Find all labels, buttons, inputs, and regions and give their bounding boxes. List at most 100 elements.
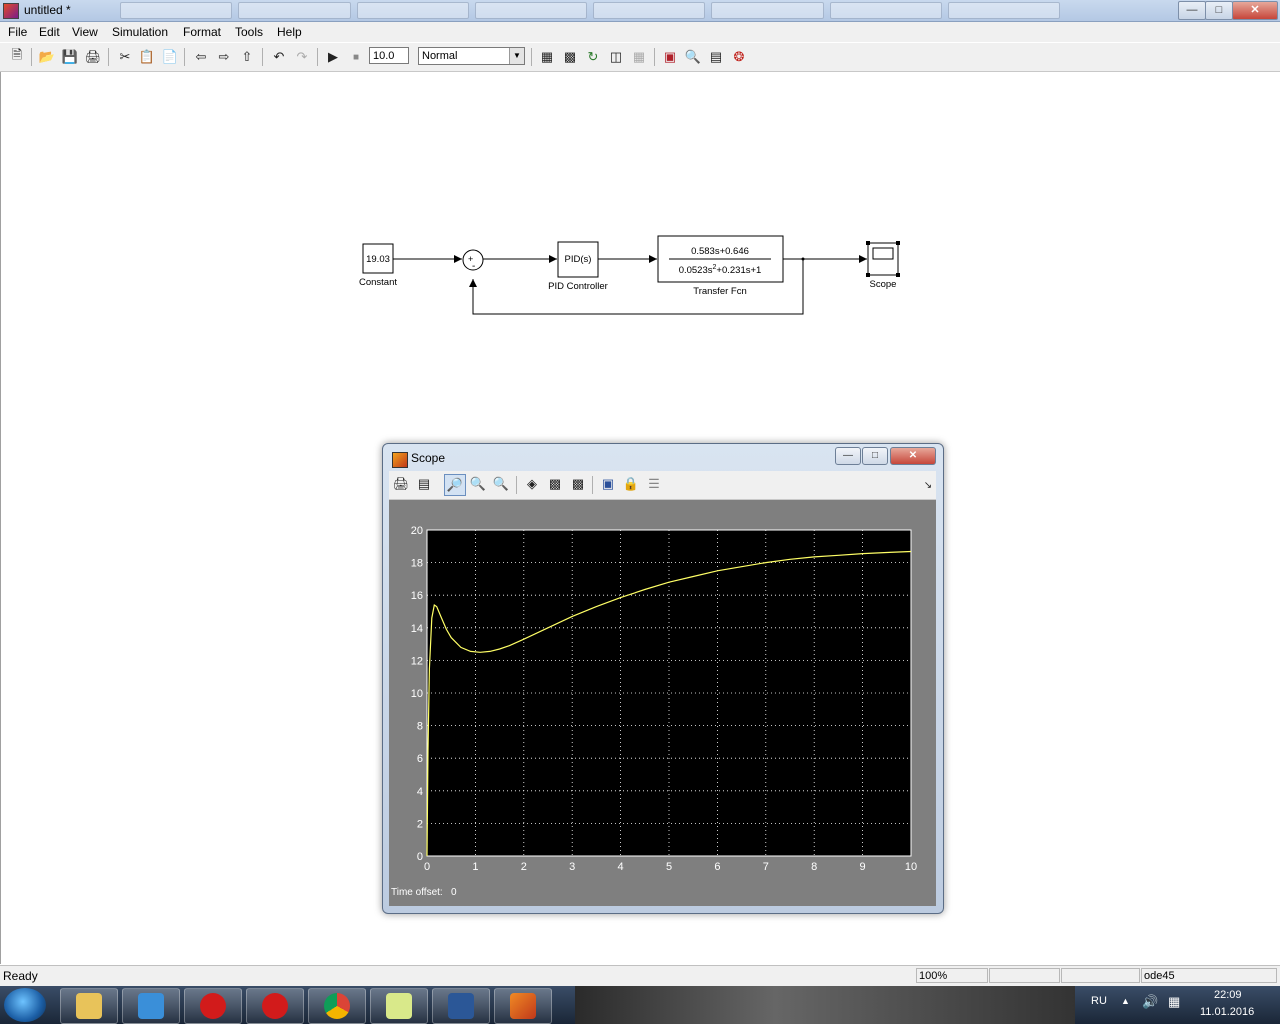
print-icon[interactable]: 🖨 (392, 475, 410, 493)
scope-block[interactable]: Scope (866, 241, 900, 290)
menu-tools[interactable]: Tools (235, 25, 263, 39)
update-diagram-icon[interactable]: ↻ (584, 48, 602, 66)
music-note-icon (138, 993, 164, 1019)
model-advisor-icon[interactable]: ▩ (561, 48, 579, 66)
cut-icon[interactable]: ✂ (116, 48, 134, 66)
print-icon[interactable]: 🖨 (84, 48, 102, 66)
menu-bar: File Edit View Simulation Format Tools H… (0, 22, 1280, 42)
up-arrow-icon[interactable]: ⇧ (238, 48, 256, 66)
chevron-down-icon[interactable]: ▼ (509, 48, 524, 64)
build-icon[interactable]: ▦ (538, 48, 556, 66)
system-tray: RU ▲ 🔊 ▦ 22:09 11.01.2016 (1080, 986, 1280, 1024)
save-icon[interactable]: 💾 (61, 48, 79, 66)
sum-block[interactable]: + - (462, 249, 484, 272)
paste-icon[interactable]: 📄 (161, 48, 179, 66)
solver-name: ode45 (1141, 968, 1277, 983)
signal-selector-icon[interactable]: ☰ (645, 475, 663, 493)
y-tick-label: 8 (417, 721, 423, 733)
autoscale-binoculars-icon[interactable]: ◈ (523, 475, 541, 493)
window-title: untitled * (24, 3, 71, 17)
stop-simulation-icon[interactable]: ■ (347, 48, 365, 66)
clock-time[interactable]: 22:09 (1214, 989, 1242, 1001)
menu-view[interactable]: View (72, 25, 98, 39)
toolbar-dock-arrow-icon[interactable]: ↘ (919, 476, 937, 494)
simulation-mode-value: Normal (422, 50, 458, 62)
network-icon[interactable]: ▦ (1168, 994, 1180, 1010)
menu-help[interactable]: Help (277, 25, 302, 39)
back-arrow-icon[interactable]: ⇦ (192, 48, 210, 66)
minimize-button[interactable]: — (1178, 1, 1206, 20)
close-button[interactable]: ✕ (1232, 1, 1278, 20)
toolbar-separator (592, 476, 593, 494)
menu-edit[interactable]: Edit (39, 25, 60, 39)
copy-icon[interactable]: 📋 (138, 48, 156, 66)
stop-time-input[interactable]: 10.0 (369, 47, 409, 64)
scope-maximize-button[interactable]: □ (862, 447, 888, 465)
scope-window-icon (392, 452, 408, 468)
volume-icon[interactable]: 🔊 (1142, 994, 1158, 1010)
sum-minus-sign: - (472, 261, 475, 272)
pid-label: PID Controller (548, 281, 608, 292)
simulation-mode-select[interactable]: Normal ▼ (418, 47, 525, 65)
taskbar-notes[interactable] (370, 988, 428, 1024)
profiler-icon[interactable]: ❂ (730, 48, 748, 66)
scope-window[interactable]: Scope — □ ✕ 🖨 ▤ 🔎 🔍 🔍 ◈ ▩ ▩ ▣ 🔒 ☰ ↘ 0123… (382, 443, 944, 914)
clock-date[interactable]: 11.01.2016 (1200, 1006, 1254, 1018)
desktop-preview (575, 986, 1075, 1024)
model-explorer-icon[interactable]: 🔍 (684, 48, 702, 66)
tray-expand-icon[interactable]: ▲ (1121, 996, 1130, 1006)
forward-arrow-icon[interactable]: ⇨ (215, 48, 233, 66)
time-offset-label: Time offset: 0 (391, 887, 457, 898)
restore-axes-icon[interactable]: ▩ (569, 475, 587, 493)
zoom-icon[interactable]: 🔎 (444, 474, 466, 496)
taskbar-music-app[interactable] (122, 988, 180, 1024)
title-bar: untitled * — □ ✕ (0, 0, 1280, 22)
toolbar-separator (654, 48, 655, 66)
open-folder-icon[interactable]: 📂 (38, 48, 56, 66)
incremental-build-icon[interactable]: ◫ (607, 48, 625, 66)
redo-icon[interactable]: ↷ (293, 48, 311, 66)
parameters-icon[interactable]: ▤ (415, 475, 433, 493)
maximize-button[interactable]: □ (1205, 1, 1233, 20)
main-toolbar: 🗎 📂 💾 🖨 ✂ 📋 📄 ⇦ ⇨ ⇧ ↶ ↷ ▶ ■ 10.0 Normal … (0, 43, 1280, 72)
menu-simulation[interactable]: Simulation (112, 25, 168, 39)
zoom-x-icon[interactable]: 🔍 (469, 475, 487, 493)
start-button[interactable] (4, 988, 46, 1022)
language-indicator[interactable]: RU (1091, 995, 1107, 1007)
debug-icon[interactable]: ▦ (630, 48, 648, 66)
scope-minimize-button[interactable]: — (835, 447, 861, 465)
taskbar-opera[interactable] (184, 988, 242, 1024)
simulink-app-icon (3, 3, 19, 19)
y-tick-label: 10 (411, 688, 423, 700)
undo-icon[interactable]: ↶ (270, 48, 288, 66)
scope-close-button[interactable]: ✕ (890, 447, 936, 465)
library-browser-icon[interactable]: ▣ (661, 48, 679, 66)
tf-numerator: 0.583s+0.646 (691, 246, 749, 257)
y-tick-label: 20 (411, 525, 423, 537)
zoom-y-icon[interactable]: 🔍 (492, 475, 510, 493)
taskbar-matlab[interactable] (494, 988, 552, 1024)
taskbar-word[interactable] (432, 988, 490, 1024)
status-text: Ready (3, 969, 38, 983)
debugger-icon[interactable]: ▤ (707, 48, 725, 66)
transfer-fcn-block[interactable]: 0.583s+0.646 0.0523s2+0.231s+1 Transfer … (657, 235, 784, 297)
menu-file[interactable]: File (8, 25, 27, 39)
x-tick-label: 3 (569, 861, 575, 873)
lock-axes-icon[interactable]: 🔒 (622, 475, 640, 493)
taskbar-opera-2[interactable] (246, 988, 304, 1024)
start-simulation-icon[interactable]: ▶ (324, 48, 342, 66)
opera-icon (262, 993, 288, 1019)
taskbar-chrome[interactable] (308, 988, 366, 1024)
scope-window-title: Scope (411, 451, 446, 465)
constant-block[interactable]: 19.03 Constant (359, 243, 397, 288)
scope-plot[interactable]: 0 1 2 3 4 5 6 7 8 9 1002468101214161820 (389, 500, 936, 880)
menu-format[interactable]: Format (183, 25, 221, 39)
floating-scope-icon[interactable]: ▣ (599, 475, 617, 493)
taskbar-explorer[interactable] (60, 988, 118, 1024)
pid-controller-block[interactable]: PID(s) PID Controller (548, 241, 608, 292)
save-axes-icon[interactable]: ▩ (546, 475, 564, 493)
x-tick-label: 2 (521, 861, 527, 873)
new-model-icon[interactable]: 🗎 (8, 47, 26, 66)
y-tick-label: 16 (411, 590, 423, 602)
y-tick-label: 14 (411, 623, 423, 635)
